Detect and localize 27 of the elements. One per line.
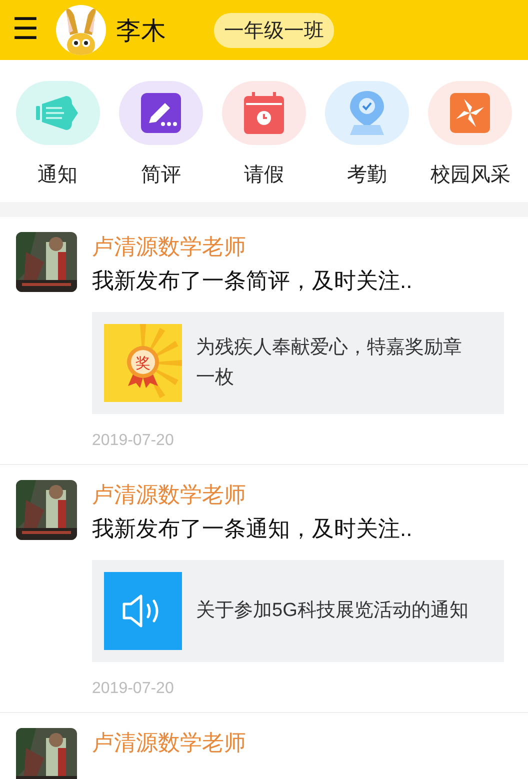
- teacher-name: 卢清源数学老师: [92, 729, 247, 757]
- teacher-name: 卢清源数学老师: [92, 481, 247, 509]
- speaker-icon: [104, 572, 182, 650]
- shortcut-label: 通知: [38, 163, 78, 188]
- card-text: 为残疾人奉献爱心，特嘉奖励章一枚: [196, 336, 463, 390]
- location-pin-icon: [350, 91, 384, 135]
- shortcut-label: 校园风采: [430, 163, 510, 188]
- post-message: 我新发布了一条简评，及时关注..: [92, 267, 414, 295]
- post-card[interactable]: 关于参加5G科技展览活动的通知: [92, 560, 504, 662]
- pinwheel-icon: [450, 93, 490, 133]
- class-badge: 一年级一班: [214, 12, 334, 48]
- post-date: 2019-07-20: [92, 680, 175, 698]
- award-medal-thumbnail: 奖: [104, 324, 182, 402]
- rabbit-avatar-icon[interactable]: [56, 5, 106, 55]
- user-name: 李木: [116, 16, 166, 46]
- menu-icon[interactable]: ☰: [12, 15, 42, 45]
- post-card[interactable]: 奖 为残疾人奉献爱心，特嘉奖励章一枚: [92, 312, 504, 414]
- pencil-icon: [140, 93, 181, 133]
- megaphone-icon: [36, 94, 80, 132]
- shortcut-label: 请假: [244, 163, 284, 188]
- teacher-name: 卢清源数学老师: [92, 233, 247, 261]
- shortcut-label: 考勤: [347, 163, 388, 188]
- calendar-icon: [244, 92, 284, 134]
- post-message: 我新发布了一条通知，及时关注..: [92, 515, 414, 543]
- card-text: 关于参加5G科技展览活动的通知: [196, 599, 468, 623]
- shortcut-label: 简评: [140, 163, 181, 188]
- post-date: 2019-07-20: [92, 432, 175, 450]
